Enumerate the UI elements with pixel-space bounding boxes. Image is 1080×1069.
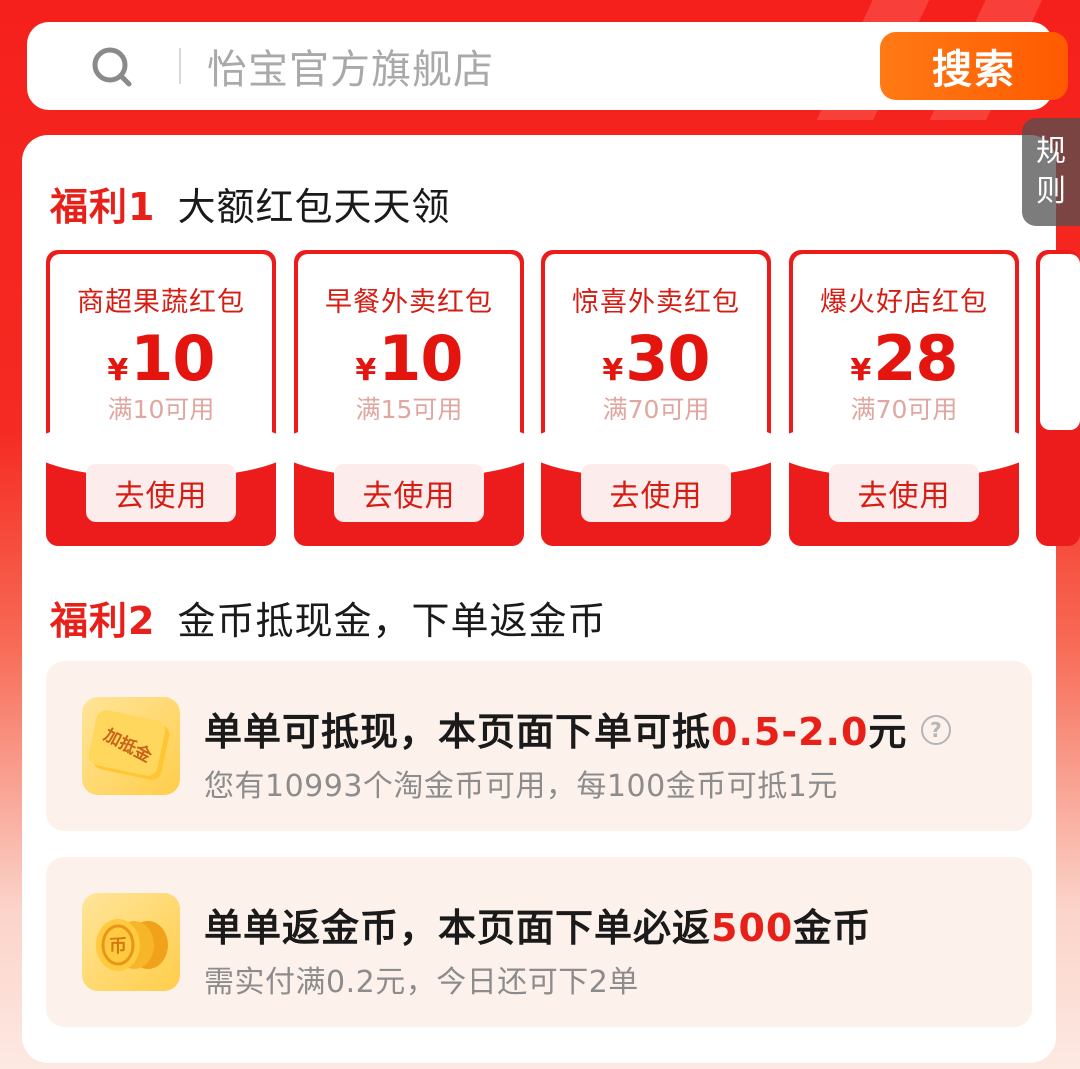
help-icon[interactable]: ? (921, 715, 952, 745)
cash-deduct-subtitle: 您有10993个淘金币可用，每100金币可抵1元 (204, 769, 838, 804)
coupon-name: 早餐外卖红包 (325, 287, 493, 318)
coupon-card-partial[interactable] (1036, 250, 1080, 546)
benefit1-tag: 福利1 (50, 185, 156, 229)
coupon-value: 10 (378, 322, 463, 395)
currency-symbol: ¥ (850, 353, 872, 388)
currency-symbol: ¥ (107, 353, 129, 388)
use-coupon-button[interactable]: 去使用 (334, 464, 484, 522)
currency-symbol: ¥ (602, 353, 624, 388)
coupon-condition: 满15可用 (355, 395, 463, 424)
coupon-name: 惊喜外卖红包 (572, 287, 740, 318)
coupon-value: 28 (873, 322, 958, 395)
svg-text:币: 币 (109, 936, 127, 957)
cash-deduct-title-suffix: 元 (868, 710, 908, 754)
cash-deduct-amount: 0.5-2.0 (711, 710, 869, 754)
coupon-condition: 满70可用 (850, 395, 958, 424)
use-coupon-button[interactable]: 去使用 (86, 464, 236, 522)
cash-deduct-icon: 加抵金 (82, 697, 180, 795)
coupon-condition: 满70可用 (602, 395, 710, 424)
cash-deduct-title: 单单可抵现，本页面下单可抵0.5-2.0元? (204, 701, 952, 756)
coupon-amount: ¥ 10 (46, 322, 276, 395)
search-bar: 怡宝官方旗舰店 搜索 (27, 22, 1068, 110)
coupon-amount: ¥ 10 (294, 322, 524, 395)
coin-return-subtitle: 需实付满0.2元，今日还可下2单 (204, 965, 639, 1000)
search-icon (92, 47, 132, 87)
search-divider (179, 48, 181, 84)
use-coupon-button[interactable]: 去使用 (581, 464, 731, 522)
cash-deduct-title-prefix: 单单可抵现，本页面下单可抵 (204, 710, 712, 754)
rules-label-line2: 则 (1036, 174, 1066, 209)
benefit2-heading: 福利2 金币抵现金，下单返金币 (50, 590, 606, 645)
coin-return-title-suffix: 金币 (793, 906, 872, 950)
rules-button[interactable]: 规 则 (1022, 118, 1080, 226)
coupon-value: 30 (625, 322, 710, 395)
gold-coins-icon: 币 (82, 893, 180, 991)
coupon-name: 商超果蔬红包 (77, 287, 245, 318)
coupon-amount: ¥ 30 (541, 322, 771, 395)
coupon-card[interactable]: 惊喜外卖红包 ¥ 30 满70可用 去使用 (541, 250, 771, 546)
coupon-name: 爆火好店红包 (820, 287, 988, 318)
use-coupon-button[interactable]: 去使用 (829, 464, 979, 522)
coin-return-title-prefix: 单单返金币，本页面下单必返 (204, 906, 712, 950)
benefit2-tag: 福利2 (50, 599, 156, 643)
coupon-value: 10 (130, 322, 215, 395)
coupon-card[interactable]: 爆火好店红包 ¥ 28 满70可用 去使用 (789, 250, 1019, 546)
benefit1-heading: 福利1 大额红包天天领 (50, 176, 450, 231)
cash-deduct-row[interactable]: 加抵金 单单可抵现，本页面下单可抵0.5-2.0元? 您有10993个淘金币可用… (46, 661, 1032, 831)
search-input[interactable]: 怡宝官方旗舰店 (207, 22, 847, 110)
coin-return-title: 单单返金币，本页面下单必返500金币 (204, 897, 871, 952)
search-button[interactable]: 搜索 (880, 32, 1068, 100)
coin-return-row[interactable]: 币 单单返金币，本页面下单必返500金币 需实付满0.2元，今日还可下2单 (46, 857, 1032, 1027)
coupon-card[interactable]: 早餐外卖红包 ¥ 10 满15可用 去使用 (294, 250, 524, 546)
benefit2-title: 金币抵现金，下单返金币 (177, 599, 607, 643)
benefit1-title: 大额红包天天领 (177, 185, 451, 229)
coupon-condition: 满10可用 (107, 395, 215, 424)
coupon-card[interactable]: 商超果蔬红包 ¥ 10 满10可用 去使用 (46, 250, 276, 546)
currency-symbol: ¥ (355, 353, 377, 388)
coin-return-amount: 500 (711, 906, 794, 950)
rules-label-line1: 规 (1036, 134, 1066, 169)
coupon-amount: ¥ 28 (789, 322, 1019, 395)
